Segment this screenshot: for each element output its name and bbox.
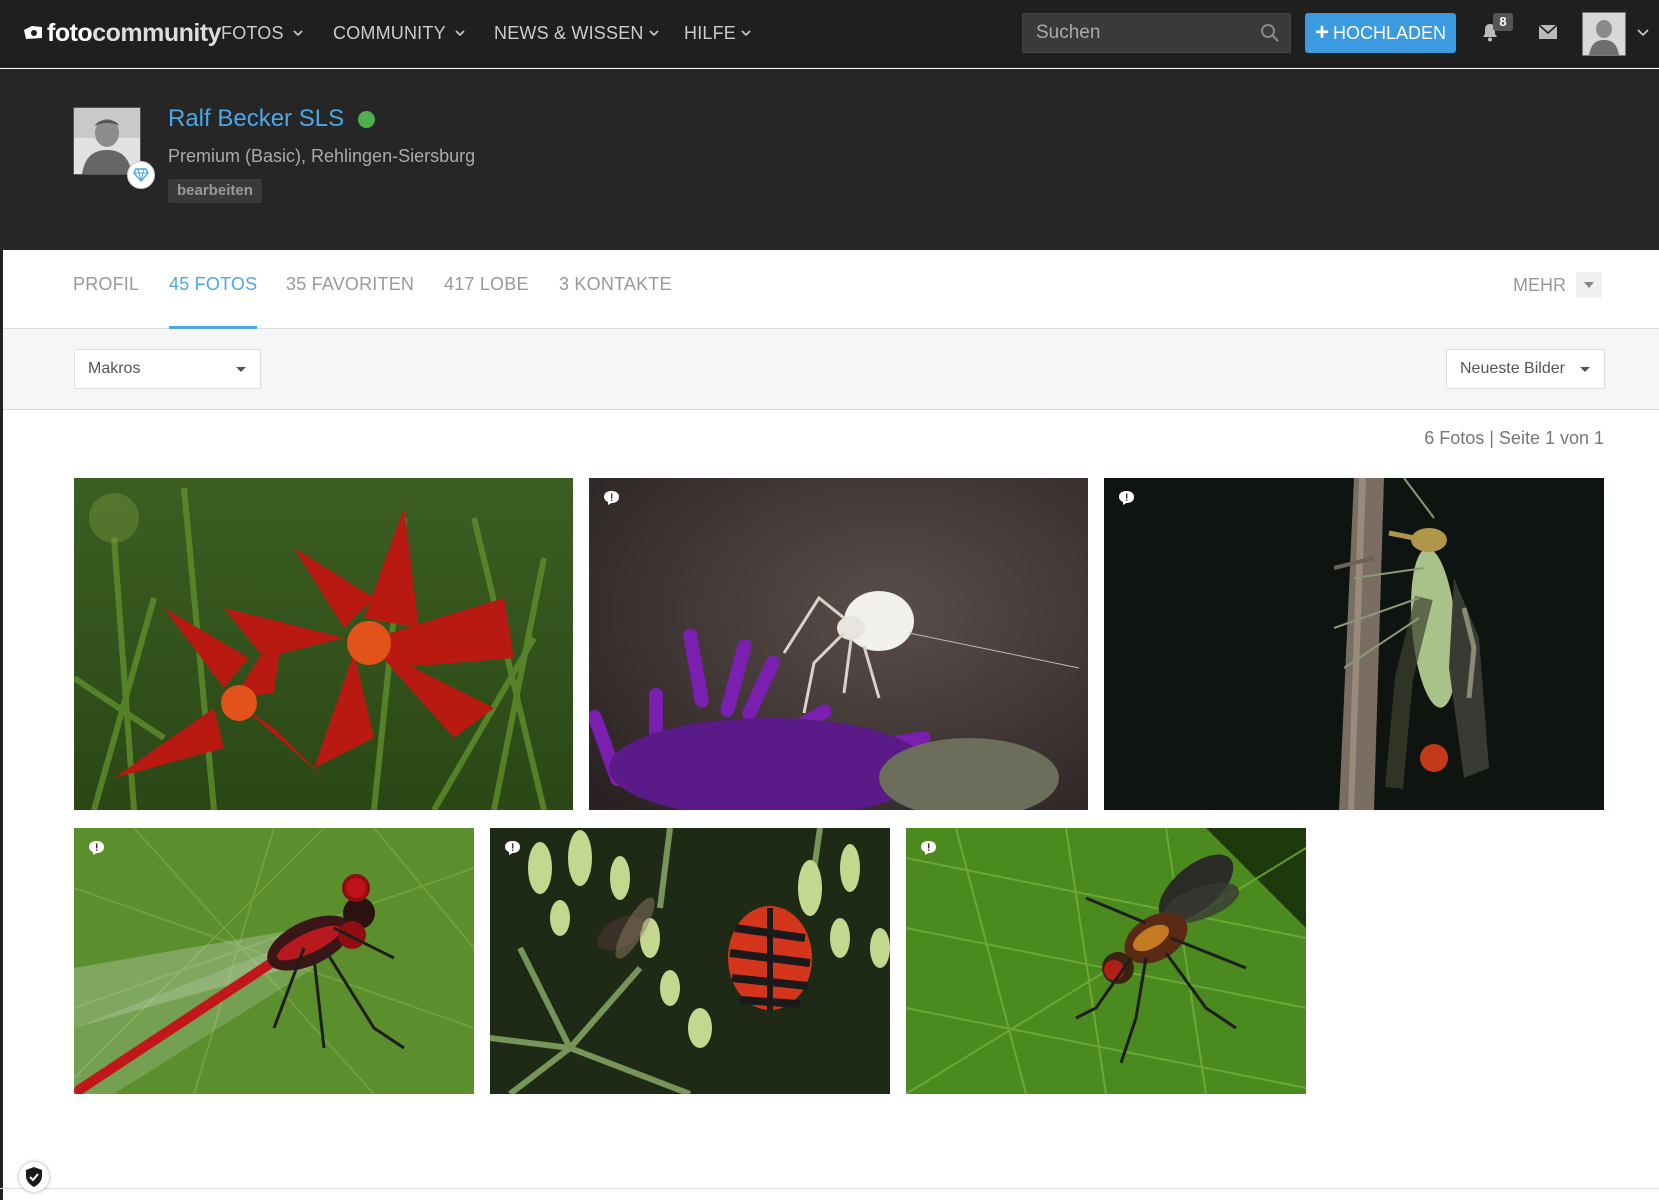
plus-icon: + [1314,19,1329,46]
photo-red-damselfly [74,828,474,1094]
comment-icon [89,841,104,855]
window-edge [0,250,3,1200]
comment-icon [505,841,520,855]
nav-community-label: COMMUNITY [333,22,446,43]
privacy-shield-button[interactable] [19,1162,49,1192]
mail-icon[interactable] [1538,24,1558,40]
search-input[interactable] [1023,14,1253,52]
photo-scorpionfly [1104,478,1604,810]
photo-white-crab-spider [589,478,1088,810]
comment-icon [921,841,936,855]
sort-select-value: Neueste Bilder [1460,360,1565,377]
user-avatar-image [1583,13,1625,55]
chevron-down-icon [741,30,751,37]
profile-name[interactable]: Ralf Becker SLS [168,105,376,133]
nav-hilfe[interactable]: HILFE [684,20,752,46]
nav-news-wissen[interactable]: NEWS & WISSEN [494,20,660,46]
profile-header: Ralf Becker SLS Premium (Basic), Rehling… [0,69,1659,250]
photo-thumbnail[interactable] [1104,478,1604,810]
user-avatar[interactable] [1582,12,1626,56]
tab-favoriten[interactable]: 35 FAVORITEN [286,250,414,328]
top-navbar: foto community FOTOS COMMUNITY NEWS & WIS… [0,0,1659,68]
caret-down-icon [1580,367,1590,372]
sort-select[interactable]: Neueste Bilder [1446,349,1605,389]
comment-icon [1119,491,1134,505]
chevron-down-icon [293,30,303,37]
caret-down-icon [236,367,246,372]
tab-fotos[interactable]: 45 FOTOS [169,250,258,329]
profile-name-text: Ralf Becker SLS [168,105,345,132]
search-box [1022,13,1291,53]
photo-striped-shield-bug [490,828,890,1094]
search-icon[interactable] [1260,23,1280,43]
profile-tabs: PROFIL 45 FOTOS 35 FAVORITEN 417 LOBE 3 … [0,250,1659,329]
more-menu[interactable]: MEHR [1513,272,1602,298]
tab-lobe[interactable]: 417 LOBE [444,250,529,328]
photo-fly-on-leaf [906,828,1306,1094]
photo-thumbnail[interactable] [490,828,890,1094]
photo-thumbnail[interactable] [74,828,474,1094]
album-select-value: Makros [88,360,141,377]
tab-kontakte[interactable]: 3 KONTAKTE [559,250,672,328]
nav-hilfe-label: HILFE [684,22,737,43]
nav-fotos[interactable]: FOTOS [221,20,304,46]
album-select[interactable]: Makros [74,349,261,389]
shield-check-icon [26,1167,42,1187]
nav-news-label: NEWS & WISSEN [494,22,644,43]
upload-button[interactable]: + HOCHLADEN [1305,13,1456,53]
premium-badge [127,161,155,189]
notification-badge: 8 [1493,13,1513,31]
photo-thumbnail[interactable] [74,478,573,810]
filter-bar: Makros Neueste Bilder [0,329,1659,410]
photo-thumbnail[interactable] [906,828,1306,1094]
chevron-down-icon[interactable] [1636,25,1650,39]
logo-text-foto: foto [47,18,93,47]
online-status-indicator [358,110,376,128]
more-label: MEHR [1513,274,1566,295]
comment-icon [604,491,619,505]
upload-label: HOCHLADEN [1332,22,1447,43]
chevron-down-icon [455,30,465,37]
photo-thumbnail[interactable] [589,478,1088,810]
footer-divider [0,1188,1659,1189]
logo-text-community: community [92,18,222,47]
photo-count: 6 Fotos | Seite 1 von 1 [1424,428,1604,448]
fotocommunity-logo[interactable]: foto community [22,18,222,48]
edit-profile-button[interactable]: bearbeiten [168,179,262,203]
diamond-icon [133,168,149,182]
tab-profil[interactable]: PROFIL [73,250,139,328]
profile-avatar-image [74,108,140,174]
photo-red-lily [74,478,573,810]
profile-subtitle: Premium (Basic), Rehlingen-Siersburg [168,146,476,166]
caret-down-icon [1576,272,1602,298]
chevron-down-icon [649,30,659,37]
nav-community[interactable]: COMMUNITY [333,20,466,46]
nav-fotos-label: FOTOS [221,22,284,43]
camera-logo-icon [24,26,42,39]
